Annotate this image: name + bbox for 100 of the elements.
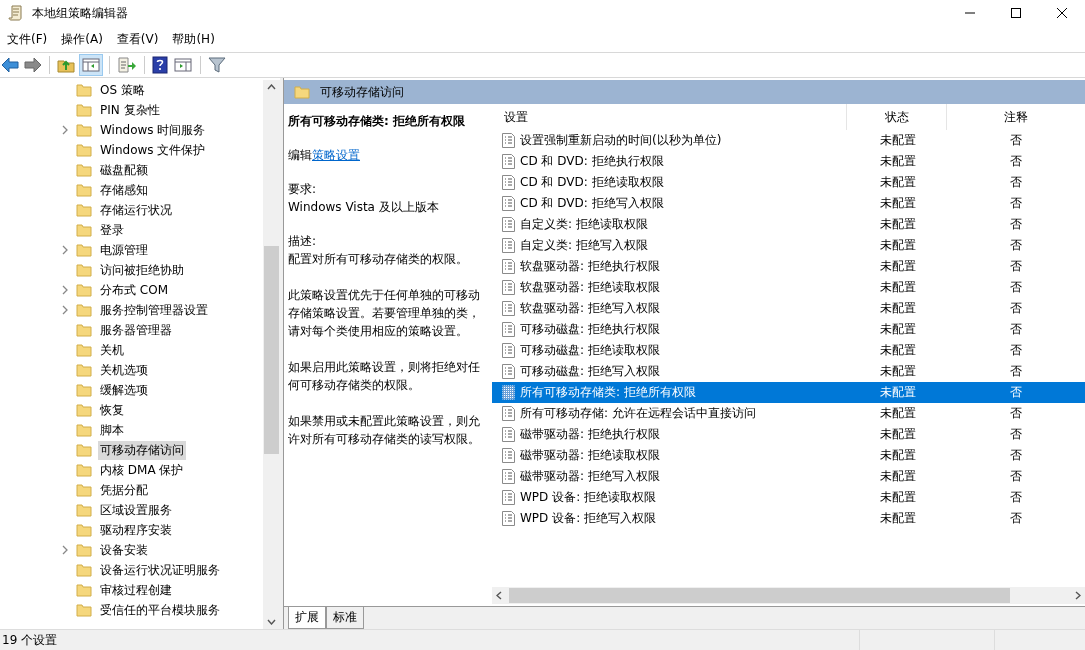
view-tab[interactable]: 标准: [326, 607, 364, 629]
policy-row[interactable]: 可移动磁盘: 拒绝写入权限 未配置 否: [492, 361, 1085, 382]
setting-icon: [502, 217, 515, 232]
scrollbar-thumb[interactable]: [509, 588, 1010, 603]
tree-item[interactable]: 恢复: [98, 400, 126, 420]
tree-item[interactable]: 凭据分配: [98, 480, 150, 500]
policy-row[interactable]: WPD 设备: 拒绝读取权限 未配置 否: [492, 487, 1085, 508]
tree-item[interactable]: 访问被拒绝协助: [98, 260, 186, 280]
comment-cell-text: 否: [1009, 321, 1023, 338]
scroll-left-icon[interactable]: [496, 591, 502, 600]
scroll-down-icon[interactable]: [267, 619, 276, 625]
tree-item[interactable]: Windows 文件保护: [98, 140, 208, 160]
folder-icon: [76, 503, 92, 517]
column-header[interactable]: 注释: [946, 104, 1085, 130]
action-pane-icon[interactable]: [173, 57, 193, 73]
tree-item[interactable]: 存储感知: [98, 180, 150, 200]
policy-row[interactable]: CD 和 DVD: 拒绝写入权限 未配置 否: [492, 193, 1085, 214]
folder-icon: [76, 303, 92, 317]
policy-row[interactable]: 磁带驱动器: 拒绝读取权限 未配置 否: [492, 445, 1085, 466]
policy-row[interactable]: 设置强制重新启动的时间(以秒为单位) 未配置 否: [492, 130, 1085, 151]
back-arrow-icon[interactable]: [1, 57, 19, 73]
policy-row[interactable]: 磁带驱动器: 拒绝执行权限 未配置 否: [492, 424, 1085, 445]
tree-item[interactable]: Windows 时间服务: [98, 120, 208, 140]
comment-cell-text: 否: [1009, 216, 1023, 233]
folder-icon: [76, 183, 92, 197]
forward-arrow-icon[interactable]: [24, 57, 42, 73]
policy-row[interactable]: CD 和 DVD: 拒绝读取权限 未配置 否: [492, 172, 1085, 193]
setting-icon: [502, 154, 515, 169]
state-cell-text: 未配置: [878, 132, 917, 149]
vertical-scrollbar[interactable]: [263, 80, 280, 629]
column-header[interactable]: 设置: [492, 104, 846, 130]
policy-row[interactable]: 所有可移动存储类: 拒绝所有权限 未配置 否: [492, 382, 1085, 403]
state-cell-text: 未配置: [878, 342, 917, 359]
tree-item[interactable]: 可移动存储访问: [98, 440, 186, 460]
folder-icon: [76, 263, 92, 277]
policy-row[interactable]: 软盘驱动器: 拒绝读取权限 未配置 否: [492, 277, 1085, 298]
tree-item[interactable]: 设备安装: [98, 540, 150, 560]
tree-item[interactable]: 内核 DMA 保护: [98, 460, 186, 480]
tree-item[interactable]: 存储运行状况: [98, 200, 174, 220]
policy-row[interactable]: 软盘驱动器: 拒绝执行权限 未配置 否: [492, 256, 1085, 277]
console-tree-icon[interactable]: [80, 55, 102, 75]
column-header[interactable]: 状态: [846, 104, 946, 130]
scroll-up-icon[interactable]: [267, 84, 276, 90]
setting-icon: [502, 322, 515, 337]
scrollbar-thumb[interactable]: [264, 246, 279, 454]
state-cell-text: 未配置: [878, 510, 917, 527]
chevron-icon[interactable]: [62, 125, 69, 135]
policy-settings-link[interactable]: 策略设置: [312, 148, 360, 162]
tree-item[interactable]: 服务器管理器: [98, 320, 174, 340]
scroll-right-icon[interactable]: [1075, 591, 1081, 600]
setting-icon: [502, 427, 515, 442]
folder-icon: [76, 203, 92, 217]
tree-item[interactable]: OS 策略: [98, 80, 147, 100]
tree-item[interactable]: 审核过程创建: [98, 580, 174, 600]
tree-item[interactable]: 服务控制管理器设置: [98, 300, 210, 320]
tree-item[interactable]: 脚本: [98, 420, 126, 440]
setting-icon: [502, 196, 515, 211]
chevron-icon[interactable]: [62, 545, 69, 555]
window-title: 本地组策略编辑器: [32, 4, 128, 22]
tree-item[interactable]: 磁盘配额: [98, 160, 150, 180]
view-tab[interactable]: 扩展: [288, 607, 326, 629]
tree-item[interactable]: 登录: [98, 220, 126, 240]
tree-item[interactable]: 关机选项: [98, 360, 150, 380]
filter-icon[interactable]: [208, 56, 226, 74]
menu-item[interactable]: 帮助(H): [167, 30, 220, 48]
policy-row[interactable]: CD 和 DVD: 拒绝执行权限 未配置 否: [492, 151, 1085, 172]
setting-icon: [502, 385, 515, 400]
tree-item[interactable]: 缓解选项: [98, 380, 150, 400]
comment-cell-text: 否: [1009, 510, 1023, 527]
export-list-icon[interactable]: [117, 57, 137, 73]
tree-item[interactable]: 驱动程序安装: [98, 520, 174, 540]
folder-up-icon[interactable]: [57, 57, 75, 73]
tree-item[interactable]: 区域设置服务: [98, 500, 174, 520]
setting-icon: [502, 175, 515, 190]
policy-row[interactable]: 自定义类: 拒绝读取权限 未配置 否: [492, 214, 1085, 235]
folder-icon: [76, 383, 92, 397]
comment-cell-text: 否: [1009, 489, 1023, 506]
tree-item[interactable]: 设备运行状况证明服务: [98, 560, 222, 580]
state-cell-text: 未配置: [878, 468, 917, 485]
folder-icon: [76, 163, 92, 177]
tree-item[interactable]: 受信任的平台模块服务: [98, 600, 222, 620]
menu-item[interactable]: 查看(V): [111, 30, 164, 48]
tree-item[interactable]: 电源管理: [98, 240, 150, 260]
setting-name: 设置强制重新启动的时间(以秒为单位): [520, 132, 722, 149]
horizontal-scrollbar[interactable]: [492, 587, 1085, 604]
policy-row[interactable]: 可移动磁盘: 拒绝执行权限 未配置 否: [492, 319, 1085, 340]
policy-row[interactable]: 可移动磁盘: 拒绝读取权限 未配置 否: [492, 340, 1085, 361]
help-icon[interactable]: [152, 56, 168, 74]
menu-item[interactable]: 操作(A): [56, 30, 108, 48]
menu-item[interactable]: 文件(F): [2, 30, 53, 48]
policy-row[interactable]: 软盘驱动器: 拒绝写入权限 未配置 否: [492, 298, 1085, 319]
policy-row[interactable]: WPD 设备: 拒绝写入权限 未配置 否: [492, 508, 1085, 529]
tree-item[interactable]: 分布式 COM: [98, 280, 170, 300]
tree-item[interactable]: PIN 复杂性: [98, 100, 162, 120]
policy-row[interactable]: 磁带驱动器: 拒绝写入权限 未配置 否: [492, 466, 1085, 487]
state-cell-text: 未配置: [878, 321, 917, 338]
tree-item[interactable]: 关机: [98, 340, 126, 360]
chevron-icon[interactable]: [62, 245, 69, 255]
policy-row[interactable]: 所有可移动存储: 允许在远程会话中直接访问 未配置 否: [492, 403, 1085, 424]
policy-row[interactable]: 自定义类: 拒绝写入权限 未配置 否: [492, 235, 1085, 256]
